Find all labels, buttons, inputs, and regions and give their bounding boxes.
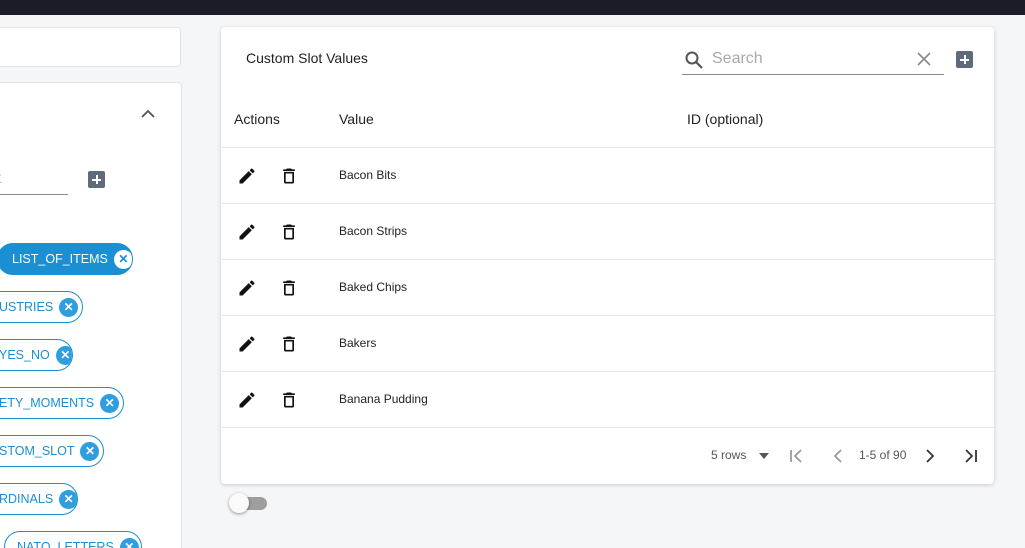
add-value-button[interactable] [956, 51, 973, 68]
pagination-bar: 5 rows 1-5 of 90 [221, 427, 994, 484]
table-row: Banana Pudding [221, 371, 994, 427]
delete-icon[interactable] [279, 334, 299, 354]
clear-search-icon[interactable] [916, 51, 932, 67]
delete-icon[interactable] [279, 390, 299, 410]
slot-chip-nato-letters[interactable]: NATO_LETTERS ✕ [4, 531, 142, 548]
last-page-icon[interactable] [961, 446, 981, 466]
chip-remove-icon[interactable]: ✕ [100, 393, 120, 413]
custom-slot-values-card: Custom Slot Values Actions Value ID (opt… [221, 27, 994, 484]
table-row: Bakers [221, 315, 994, 371]
chip-label: LIST_OF_ITEMS [12, 252, 108, 266]
left-top-panel [0, 27, 181, 67]
delete-icon[interactable] [279, 222, 299, 242]
edit-icon[interactable] [237, 334, 257, 354]
row-value: Baked Chips [339, 280, 408, 294]
column-header-value: Value [339, 111, 374, 127]
table-row: Bacon Strips [221, 203, 994, 259]
chip-label: STOM_SLOT [0, 444, 75, 458]
chip-remove-icon[interactable]: ✕ [55, 345, 72, 365]
chip-label: ETY_MOMENTS [0, 396, 95, 410]
edit-icon[interactable] [237, 390, 257, 410]
slot-chip-yes-no[interactable]: YES_NO ✕ [0, 339, 73, 371]
card-title: Custom Slot Values [246, 50, 368, 66]
first-page-icon[interactable] [786, 446, 806, 466]
chip-label: RDINALS [0, 492, 54, 506]
chevron-up-icon[interactable] [140, 108, 156, 120]
chip-remove-icon[interactable]: ✕ [59, 297, 79, 317]
chip-remove-icon[interactable]: ✕ [80, 441, 100, 461]
row-value: Bacon Strips [339, 224, 408, 238]
edit-icon[interactable] [237, 166, 257, 186]
delete-icon[interactable] [279, 166, 299, 186]
chip-remove-icon[interactable]: ✕ [59, 489, 77, 509]
toggle-knob [229, 493, 249, 513]
toggle-switch[interactable] [229, 492, 269, 514]
row-value: Bakers [339, 336, 377, 350]
column-header-actions: Actions [234, 111, 280, 127]
chip-label: NATO_LETTERS [17, 540, 114, 548]
slot-name-input[interactable]: t [0, 162, 68, 195]
chip-remove-icon[interactable]: ✕ [113, 249, 132, 269]
next-page-icon[interactable] [920, 446, 940, 466]
rows-per-page-select[interactable]: 5 rows [711, 448, 746, 462]
page-range: 1-5 of 90 [859, 448, 907, 462]
chip-remove-icon[interactable]: ✕ [119, 537, 139, 548]
column-header-id: ID (optional) [687, 111, 764, 127]
slot-chip-custom-slot[interactable]: STOM_SLOT ✕ [0, 435, 104, 467]
edit-icon[interactable] [237, 278, 257, 298]
slot-chip-ordinals[interactable]: RDINALS ✕ [0, 483, 78, 515]
row-value: Banana Pudding [339, 392, 428, 406]
chip-label: YES_NO [0, 348, 50, 362]
table-row: Baked Chips [221, 259, 994, 315]
edit-icon[interactable] [237, 222, 257, 242]
chip-label: USTRIES [0, 300, 54, 314]
slot-chip-safety-moments[interactable]: ETY_MOMENTS ✕ [0, 387, 124, 419]
slot-name-input-placeholder: t [0, 170, 1, 188]
add-slot-button[interactable] [88, 171, 105, 188]
search-field[interactable] [682, 42, 944, 75]
delete-icon[interactable] [279, 278, 299, 298]
row-value: Bacon Bits [339, 168, 397, 182]
slot-chip-industries[interactable]: USTRIES ✕ [0, 291, 83, 323]
previous-page-icon[interactable] [828, 446, 848, 466]
search-icon [685, 51, 703, 69]
search-input[interactable] [712, 48, 902, 70]
app-top-bar [0, 0, 1025, 15]
table-row: Bacon Bits [221, 147, 994, 203]
dropdown-arrow-icon[interactable] [759, 453, 769, 459]
slot-chip-list-of-items[interactable]: LIST_OF_ITEMS ✕ [0, 243, 133, 275]
